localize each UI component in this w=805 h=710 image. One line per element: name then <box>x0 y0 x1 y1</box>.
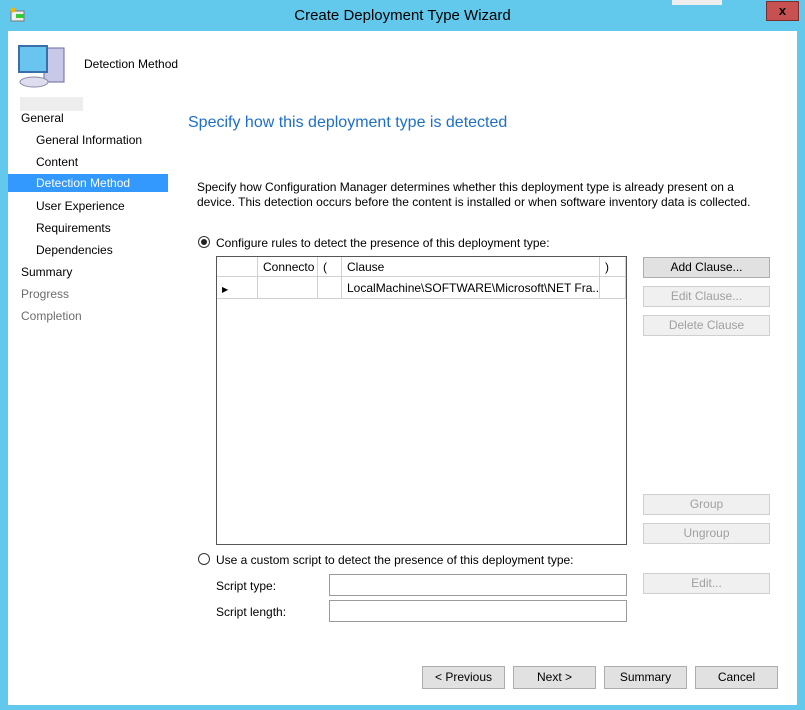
script-length-label: Script length: <box>216 605 287 619</box>
grid-header-open-paren[interactable]: ( <box>318 257 342 277</box>
cell-open-paren[interactable] <box>318 277 342 299</box>
edit-clause-button[interactable]: Edit Clause... <box>643 286 770 307</box>
title-bar: Create Deployment Type Wizard x <box>0 0 805 31</box>
previous-button[interactable]: < Previous <box>422 666 505 689</box>
sidebar-item-general[interactable]: General <box>21 111 64 125</box>
grid-header-clause[interactable]: Clause <box>342 257 600 277</box>
rules-radio-label[interactable]: Configure rules to detect the presence o… <box>216 236 550 250</box>
next-button[interactable]: Next > <box>513 666 596 689</box>
page-header-title: Detection Method <box>84 57 179 71</box>
cell-connector[interactable] <box>258 277 318 299</box>
close-button[interactable]: x <box>766 1 799 21</box>
cell-clause[interactable]: LocalMachine\SOFTWARE\Microsoft\NET Fra.… <box>342 277 600 299</box>
script-type-field[interactable] <box>329 574 627 596</box>
sidebar-placeholder <box>20 97 83 111</box>
row-selector[interactable]: ▶ <box>217 277 258 299</box>
edit-script-button[interactable]: Edit... <box>643 573 770 594</box>
title-decoration <box>672 0 722 5</box>
sidebar-item-dependencies[interactable]: Dependencies <box>36 243 113 257</box>
sidebar-item-completion: Completion <box>21 309 82 323</box>
computer-icon <box>18 45 65 88</box>
sidebar-item-progress: Progress <box>21 287 70 301</box>
clauses-grid[interactable]: Connecto ( Clause ) ▶ LocalMachine\SOFTW… <box>216 256 627 545</box>
grid-header-corner <box>217 257 258 277</box>
script-length-field[interactable] <box>329 600 627 622</box>
group-button[interactable]: Group <box>643 494 770 515</box>
sidebar-item-general-information[interactable]: General Information <box>36 133 142 147</box>
add-clause-button[interactable]: Add Clause... <box>643 257 770 278</box>
script-radio-label[interactable]: Use a custom script to detect the presen… <box>216 553 574 567</box>
grid-header-connector[interactable]: Connecto <box>258 257 318 277</box>
sidebar-item-summary[interactable]: Summary <box>21 265 72 279</box>
cancel-button[interactable]: Cancel <box>695 666 778 689</box>
rules-radio[interactable] <box>198 236 210 248</box>
description-text: Specify how Configuration Manager determ… <box>197 180 751 209</box>
cell-close-paren[interactable] <box>600 277 626 299</box>
summary-button[interactable]: Summary <box>604 666 687 689</box>
sidebar-item-user-experience[interactable]: User Experience <box>36 199 125 213</box>
grid-header-close-paren[interactable]: ) <box>600 257 626 277</box>
row-pointer-icon: ▶ <box>222 285 229 294</box>
page-title: Specify how this deployment type is dete… <box>188 114 508 131</box>
sidebar-item-requirements[interactable]: Requirements <box>36 221 111 235</box>
delete-clause-button[interactable]: Delete Clause <box>643 315 770 336</box>
ungroup-button[interactable]: Ungroup <box>643 523 770 544</box>
script-radio[interactable] <box>198 553 210 565</box>
sidebar-item-detection-method[interactable]: Detection Method <box>8 174 168 192</box>
window-title: Create Deployment Type Wizard <box>294 7 511 24</box>
sidebar-item-content[interactable]: Content <box>36 155 78 169</box>
script-type-label: Script type: <box>216 579 277 593</box>
